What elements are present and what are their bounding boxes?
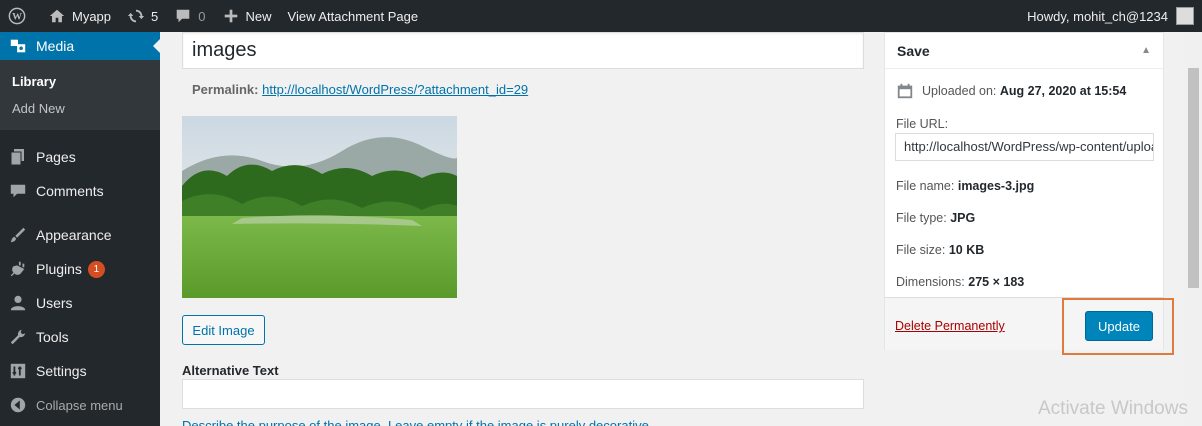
sidebar-item-label: Appearance xyxy=(36,227,112,243)
wordpress-logo[interactable]: W xyxy=(0,0,40,32)
media-icon xyxy=(8,36,28,56)
site-name-link[interactable]: Myapp xyxy=(40,0,119,32)
pages-icon xyxy=(8,147,28,167)
file-name: File name: images-3.jpg xyxy=(896,179,1034,193)
howdy-greeting: Howdy, mohit_ch@1234 xyxy=(1027,8,1168,24)
view-attachment-link[interactable]: View Attachment Page xyxy=(280,0,427,32)
calendar-icon xyxy=(897,83,913,99)
sidebar-item-settings[interactable]: Settings xyxy=(0,354,160,388)
sidebar-item-label: Plugins xyxy=(36,261,82,277)
settings-icon xyxy=(8,361,28,381)
file-url-label: File URL: xyxy=(896,117,949,131)
uploaded-value: Aug 27, 2020 at 15:54 xyxy=(999,84,1127,98)
alt-text-label: Alternative Text xyxy=(182,363,279,378)
submenu-add-new[interactable]: Add New xyxy=(0,95,160,122)
edit-image-button[interactable]: Edit Image xyxy=(182,315,265,345)
file-name-label: File name: xyxy=(896,179,955,193)
admin-sidebar: Media Library Add New Pages Comments App… xyxy=(0,32,160,426)
collapse-menu-label: Collapse menu xyxy=(36,397,123,413)
comments-link[interactable]: 0 xyxy=(166,0,213,32)
scrollbar-thumb[interactable] xyxy=(1188,68,1199,288)
home-icon xyxy=(49,9,65,23)
attachment-image-preview xyxy=(182,116,457,298)
updates-count: 5 xyxy=(151,8,159,24)
alt-text-description: Describe the purpose of the image. Leave… xyxy=(182,418,653,426)
file-size-value: 10 KB xyxy=(948,243,985,257)
uploaded-label: Uploaded on: xyxy=(922,84,997,98)
plus-icon xyxy=(224,9,237,23)
comments-count: 0 xyxy=(198,8,206,24)
comments-icon xyxy=(8,181,28,201)
updates-link[interactable]: 5 xyxy=(119,0,166,32)
sidebar-item-label: Users xyxy=(36,295,73,311)
sidebar-item-label: Media xyxy=(36,38,75,54)
new-content-link[interactable]: New xyxy=(214,0,280,32)
plugins-update-badge: 1 xyxy=(87,260,105,278)
dimensions-value: 275 × 183 xyxy=(968,275,1025,289)
permalink: Permalink: http://localhost/WordPress/?a… xyxy=(192,82,528,97)
sidebar-item-label: Comments xyxy=(36,183,104,199)
wordpress-logo-icon: W xyxy=(8,7,26,25)
delete-permanently-link[interactable]: Delete Permanently xyxy=(895,319,1005,333)
file-type: File type: JPG xyxy=(896,211,975,225)
site-name: Myapp xyxy=(72,8,112,24)
paintbrush-icon xyxy=(8,225,28,245)
save-metabox-header[interactable]: Save ▲ xyxy=(885,33,1163,69)
comment-bubble-icon xyxy=(176,9,190,23)
title-input[interactable]: images xyxy=(182,32,864,69)
sidebar-item-users[interactable]: Users xyxy=(0,286,160,320)
updates-icon xyxy=(127,9,145,23)
scrollbar[interactable] xyxy=(1185,32,1202,426)
admin-bar: W Myapp 5 0 New View Attachment Page How… xyxy=(0,0,1202,32)
dimensions-label: Dimensions: xyxy=(896,275,965,289)
sidebar-item-plugins[interactable]: Plugins 1 xyxy=(0,252,160,286)
file-url-field[interactable]: http://localhost/WordPress/wp-content/up… xyxy=(895,133,1154,161)
user-icon xyxy=(8,293,28,313)
sidebar-item-comments[interactable]: Comments xyxy=(0,174,160,208)
svg-text:W: W xyxy=(12,12,22,23)
plug-icon xyxy=(8,259,28,279)
file-size: File size: 10 KB xyxy=(896,243,984,257)
my-account[interactable]: Howdy, mohit_ch@1234 xyxy=(1027,7,1202,25)
file-name-value: images-3.jpg xyxy=(957,179,1035,193)
activate-windows-watermark: Activate Windows xyxy=(1038,398,1188,419)
sidebar-item-pages[interactable]: Pages xyxy=(0,140,160,174)
avatar xyxy=(1176,7,1194,25)
sidebar-item-media[interactable]: Media xyxy=(0,32,160,60)
highlight-box xyxy=(1062,298,1174,355)
file-size-label: File size: xyxy=(896,243,946,257)
file-type-label: File type: xyxy=(896,211,947,225)
save-metabox-title: Save xyxy=(897,42,930,59)
sidebar-item-tools[interactable]: Tools xyxy=(0,320,160,354)
permalink-label: Permalink: xyxy=(192,82,259,97)
uploaded-on: Uploaded on: Aug 27, 2020 at 15:54 xyxy=(896,82,1126,100)
toggle-arrow-icon[interactable]: ▲ xyxy=(1141,45,1151,56)
submenu-library[interactable]: Library xyxy=(0,68,160,95)
dimensions: Dimensions: 275 × 183 xyxy=(896,275,1024,289)
new-label: New xyxy=(245,8,272,24)
permalink-url-link[interactable]: http://localhost/WordPress/?attachment_i… xyxy=(262,82,528,97)
attachment-editor: images Permalink: http://localhost/WordP… xyxy=(160,32,880,426)
wrench-icon xyxy=(8,327,28,347)
media-submenu: Library Add New xyxy=(0,60,160,130)
file-type-value: JPG xyxy=(950,211,976,225)
sidebar-item-label: Settings xyxy=(36,363,87,379)
alt-text-input[interactable] xyxy=(182,379,864,409)
collapse-arrow-icon xyxy=(8,395,28,415)
collapse-menu-button[interactable]: Collapse menu xyxy=(0,388,160,422)
sidebar-item-appearance[interactable]: Appearance xyxy=(0,218,160,252)
sidebar-item-label: Tools xyxy=(36,329,69,345)
sidebar-item-label: Pages xyxy=(36,149,76,165)
view-attachment-label: View Attachment Page xyxy=(287,8,419,24)
